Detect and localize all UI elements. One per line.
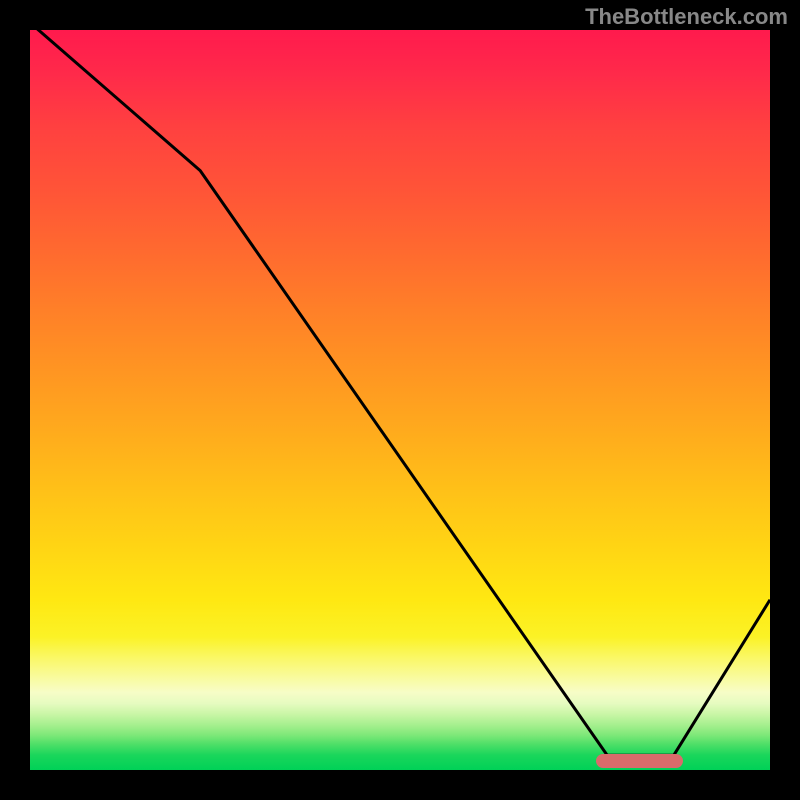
- sweet-spot-marker: [596, 754, 683, 768]
- bottleneck-curve: [30, 30, 770, 770]
- plot-area: [30, 30, 770, 770]
- watermark-text: TheBottleneck.com: [585, 4, 788, 30]
